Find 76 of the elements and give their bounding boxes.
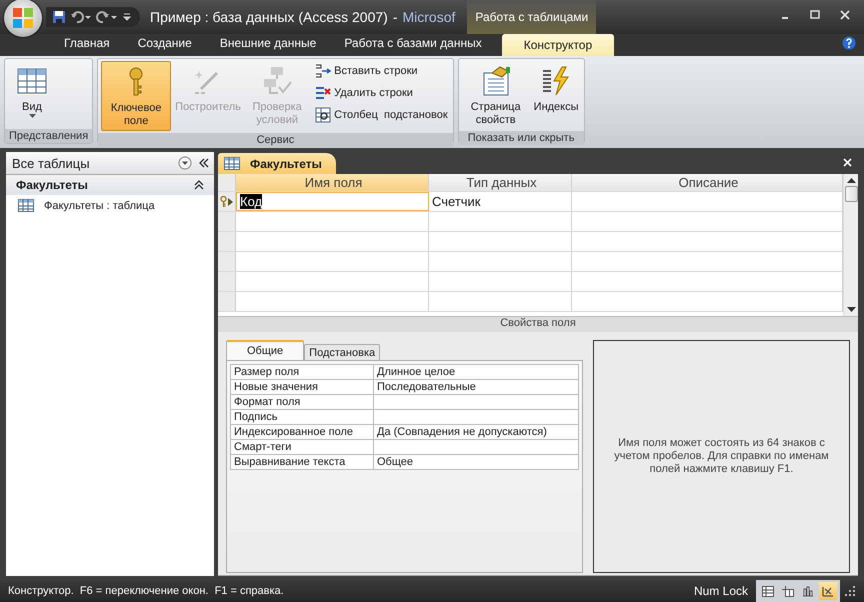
property-value[interactable]: Длинное целое bbox=[374, 365, 579, 380]
property-name: Смарт-теги bbox=[231, 440, 374, 455]
maximize-icon[interactable] bbox=[810, 10, 820, 20]
pivot-table-icon bbox=[782, 586, 794, 596]
num-lock-indicator: Num Lock bbox=[694, 584, 748, 598]
save-icon[interactable] bbox=[52, 10, 66, 24]
view-button[interactable] bbox=[819, 582, 837, 600]
property-value[interactable] bbox=[374, 410, 579, 425]
datasheet-icon bbox=[762, 586, 774, 596]
vertical-scrollbar[interactable] bbox=[843, 174, 858, 316]
validation-icon bbox=[261, 65, 294, 97]
resize-grip-icon[interactable] bbox=[844, 585, 856, 597]
property-tab[interactable]: Общие bbox=[226, 340, 304, 360]
ribbon-button[interactable]: Индексы bbox=[532, 61, 581, 129]
group-label: Сервис bbox=[98, 133, 453, 147]
property-name: Индексированное поле bbox=[231, 425, 374, 440]
group-label: Представления bbox=[5, 129, 92, 143]
ribbon-button[interactable]: Столбец подстановок bbox=[313, 105, 450, 125]
nav-pane-title: Все таблицы bbox=[12, 156, 91, 170]
contextual-tab-group: Работа с таблицами bbox=[467, 0, 596, 34]
property-value[interactable]: Общее bbox=[374, 455, 579, 470]
app-name: Microsof bbox=[402, 9, 456, 25]
ribbon-tab[interactable]: Внешние данные bbox=[206, 34, 330, 56]
property-name: Размер поля bbox=[231, 365, 374, 380]
ribbon-button[interactable]: Вставить строки bbox=[313, 61, 450, 81]
property-tab[interactable]: Подстановка bbox=[304, 344, 380, 360]
close-icon[interactable] bbox=[840, 10, 850, 20]
collapse-icon[interactable] bbox=[198, 157, 210, 169]
property-name: Подпись bbox=[231, 410, 374, 425]
column-header: Имя поля bbox=[236, 174, 429, 191]
status-text: Конструктор. F6 = переключение окон. F1 = справка. bbox=[8, 585, 284, 597]
column-header: Описание bbox=[572, 174, 843, 191]
property-value[interactable]: Да (Совпадения не допускаются) bbox=[374, 425, 579, 440]
pivot-chart-icon bbox=[802, 586, 814, 596]
ribbon-button[interactable]: Страница свойств bbox=[462, 61, 530, 129]
column-header: Тип данных bbox=[429, 174, 572, 191]
ribbon-tab[interactable]: Главная bbox=[50, 34, 124, 56]
property-name: Формат поля bbox=[231, 395, 374, 410]
window-title: Пример : база данных (Access 2007) bbox=[150, 9, 388, 25]
scroll-thumb[interactable] bbox=[844, 186, 858, 202]
ribbon-tab[interactable]: Работа с базами данных bbox=[330, 34, 496, 56]
ribbon-tab[interactable]: Конструктор bbox=[502, 34, 614, 56]
delete-rows-icon bbox=[315, 85, 332, 101]
property-value[interactable] bbox=[374, 440, 579, 455]
collapse-group-icon[interactable] bbox=[194, 180, 204, 190]
help-icon[interactable] bbox=[842, 36, 856, 50]
help-text: Имя поля может состоять из 64 знаков с учетом пробелов. Для справки по именам полей нажмите клавишу F1. bbox=[613, 437, 830, 476]
document-tab[interactable]: Факультеты bbox=[218, 153, 336, 174]
ribbon-button[interactable]: Удалить строки bbox=[313, 83, 450, 103]
row-selector[interactable] bbox=[218, 192, 236, 211]
dropdown-caret-icon bbox=[28, 114, 36, 118]
field-name-cell[interactable]: Код bbox=[236, 192, 429, 211]
table-icon bbox=[224, 157, 240, 170]
nav-item[interactable]: Факультеты : таблица bbox=[6, 195, 214, 212]
section-title: Свойства поля bbox=[500, 317, 576, 329]
ribbon-tab[interactable]: Создание bbox=[124, 34, 206, 56]
data-type-cell[interactable]: Счетчик bbox=[429, 192, 572, 211]
scroll-down-icon[interactable] bbox=[846, 307, 856, 313]
ribbon-button[interactable]: Вид bbox=[8, 61, 56, 127]
redo-icon[interactable] bbox=[96, 10, 118, 24]
property-value[interactable]: Последовательные bbox=[374, 380, 579, 395]
property-value[interactable] bbox=[374, 395, 579, 410]
title-separator: - bbox=[392, 9, 398, 25]
undo-icon[interactable] bbox=[70, 10, 92, 24]
scroll-up-icon[interactable] bbox=[846, 177, 856, 183]
property-name: Выравнивание текста bbox=[231, 455, 374, 470]
property-name: Новые значения bbox=[231, 380, 374, 395]
design-view-icon bbox=[822, 586, 834, 596]
insert-rows-icon bbox=[315, 63, 332, 79]
table-icon bbox=[18, 199, 34, 212]
ribbon-button[interactable]: Ключевое поле bbox=[101, 61, 172, 131]
office-button[interactable] bbox=[4, 0, 42, 37]
lookup-column-icon bbox=[315, 107, 332, 123]
group-label: Показать или скрыть bbox=[458, 131, 584, 145]
dropdown-circle-icon[interactable] bbox=[178, 156, 192, 170]
office-logo-icon bbox=[12, 7, 34, 29]
